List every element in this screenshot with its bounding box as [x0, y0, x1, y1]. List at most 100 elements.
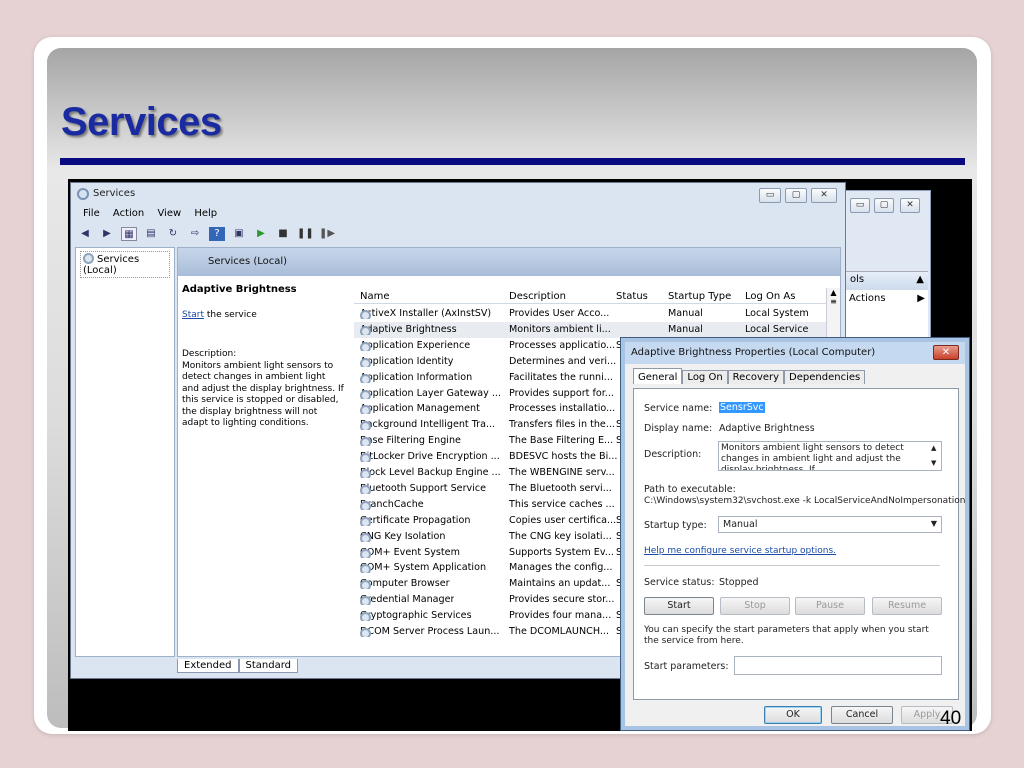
table-cell-desc: Facilitates the runni...: [509, 371, 613, 383]
tab-log-on[interactable]: Log On: [682, 370, 728, 384]
service-name-text: Certificate Propagation: [360, 514, 471, 526]
service-name-text: Block Level Backup Engine ...: [360, 467, 501, 478]
table-cell-desc: Provides User Acco...: [509, 308, 610, 319]
start-parameters-label: Start parameters:: [644, 661, 729, 672]
table-cell-desc: The CNG key isolati...: [509, 530, 612, 542]
menu-view[interactable]: View: [157, 208, 181, 219]
menu-file[interactable]: File: [83, 208, 100, 219]
close-icon[interactable]: ✕: [933, 345, 959, 360]
back-icon[interactable]: ◀: [77, 227, 93, 241]
tab-standard[interactable]: Standard: [238, 659, 298, 673]
window-titlebar[interactable]: Services: [71, 183, 845, 205]
properties-icon[interactable]: ▤: [143, 227, 159, 241]
maximize-icon[interactable]: ▢: [874, 198, 894, 213]
service-name-text: Base Filtering Engine: [360, 435, 461, 447]
startup-type-label: Startup type:: [644, 520, 707, 531]
service-gear-icon: [360, 325, 371, 335]
start-parameters-input[interactable]: [734, 656, 942, 675]
startup-type-select[interactable]: Manual ▼: [718, 516, 942, 533]
close-icon[interactable]: ✕: [900, 198, 920, 213]
service-name-text: Application Layer Gateway ...: [360, 387, 502, 399]
service-status-label: Service status:: [644, 577, 715, 588]
table-cell-desc: The WBENGINE serv...: [509, 467, 615, 478]
service-gear-icon: [360, 389, 371, 399]
table-cell-name: COM+ Event System: [360, 547, 460, 558]
table-row[interactable]: Adaptive Brightness Monitors ambient li..…: [354, 321, 834, 338]
show-hide-icon[interactable]: ▣: [231, 227, 247, 241]
resume-button[interactable]: Resume: [872, 597, 942, 615]
service-name-text: CNG Key Isolation: [360, 530, 446, 542]
actions-pane-header: ols ▲: [846, 272, 928, 290]
collapse-icon[interactable]: ▲: [916, 274, 924, 285]
table-cell-desc: Processes installatio...: [509, 403, 616, 415]
dialog-tabs: General Log On Recovery Dependencies: [633, 368, 866, 384]
restart-service-icon[interactable]: ❚▶: [319, 227, 335, 241]
start-button[interactable]: Start: [644, 597, 714, 615]
table-cell-name: BitLocker Drive Encryption ...: [360, 451, 500, 463]
service-gear-icon: [360, 453, 371, 463]
service-name-text: BitLocker Drive Encryption ...: [360, 451, 500, 463]
service-name-text: Application Management: [360, 403, 480, 415]
refresh-icon[interactable]: ↻: [165, 227, 181, 241]
dialog-titlebar[interactable]: Adaptive Brightness Properties (Local Co…: [625, 342, 965, 364]
service-gear-icon: [360, 596, 371, 606]
forward-icon[interactable]: ▶: [99, 227, 115, 241]
column-header-description[interactable]: Description: [509, 291, 566, 302]
chevron-down-icon: ▼: [930, 519, 937, 528]
tab-recovery[interactable]: Recovery: [727, 370, 785, 384]
table-cell-desc: Copies user certifica...: [509, 514, 617, 526]
start-service-icon[interactable]: ▶: [253, 227, 269, 241]
tab-general[interactable]: General: [633, 368, 683, 384]
description-value: Monitors ambient light sensors to detect…: [721, 443, 904, 471]
service-name-value[interactable]: SensrSvc: [719, 402, 765, 413]
column-header-log-on-as[interactable]: Log On As: [745, 291, 795, 302]
console-tree: Services (Local): [75, 247, 175, 657]
table-row[interactable]: ActiveX Installer (AxInstSV) Provides Use…: [354, 306, 834, 322]
stop-button[interactable]: Stop: [720, 597, 790, 615]
console-tree-icon[interactable]: ▦: [121, 227, 137, 241]
tree-item-services-local[interactable]: Services (Local): [80, 251, 170, 278]
menu-help[interactable]: Help: [194, 208, 217, 219]
column-header-name[interactable]: Name: [360, 291, 390, 302]
menu-action[interactable]: Action: [113, 208, 144, 219]
slide-title: Services: [61, 100, 222, 144]
display-name-value[interactable]: Adaptive Brightness: [719, 423, 815, 434]
help-configure-link[interactable]: Help me configure service startup option…: [644, 546, 836, 556]
ok-button[interactable]: OK: [764, 706, 822, 724]
column-header-status[interactable]: Status: [616, 291, 648, 302]
tab-dependencies[interactable]: Dependencies: [784, 370, 866, 384]
cancel-button[interactable]: Cancel: [831, 706, 893, 724]
content-header-title: Services (Local): [208, 256, 288, 267]
service-name-text: Application Experience: [360, 339, 471, 351]
pause-button[interactable]: Pause: [795, 597, 865, 615]
export-icon[interactable]: ⇨: [187, 227, 203, 241]
help-icon[interactable]: ?: [209, 227, 225, 241]
display-name-label: Display name:: [644, 423, 713, 434]
column-header-startup-type[interactable]: Startup Type: [668, 291, 731, 302]
stop-service-icon[interactable]: ■: [275, 227, 291, 241]
minimize-icon[interactable]: ▭: [759, 188, 781, 203]
service-gear-icon: [360, 564, 371, 574]
start-service-link[interactable]: Start: [182, 310, 204, 320]
scroll-up-icon[interactable]: ▲: [931, 444, 936, 452]
title-divider: [60, 158, 965, 165]
actions-item[interactable]: Actions ▶: [846, 292, 928, 308]
minimize-icon[interactable]: ▭: [850, 198, 870, 213]
close-icon[interactable]: ✕: [811, 188, 837, 203]
service-gear-icon: [360, 310, 371, 319]
service-gear-icon: [360, 516, 371, 526]
table-cell-name: Certificate Propagation: [360, 515, 470, 526]
table-cell-name: Cryptographic Services: [360, 610, 472, 622]
menu-bar: File Action View Help: [71, 207, 845, 223]
table-cell-name: BranchCache: [360, 499, 424, 510]
pause-service-icon[interactable]: ❚❚: [297, 227, 314, 241]
service-gear-icon: [360, 628, 371, 637]
service-name-label: Service name:: [644, 403, 713, 414]
description-field[interactable]: Monitors ambient light sensors to detect…: [718, 441, 942, 471]
tab-extended[interactable]: Extended: [177, 659, 239, 673]
start-service-text: the service: [204, 309, 257, 320]
service-status-value: Stopped: [719, 577, 759, 588]
scroll-down-icon[interactable]: ▼: [931, 459, 936, 467]
maximize-icon[interactable]: ▢: [785, 188, 807, 203]
start-parameters-hint: You can specify the start parameters tha…: [644, 625, 929, 646]
